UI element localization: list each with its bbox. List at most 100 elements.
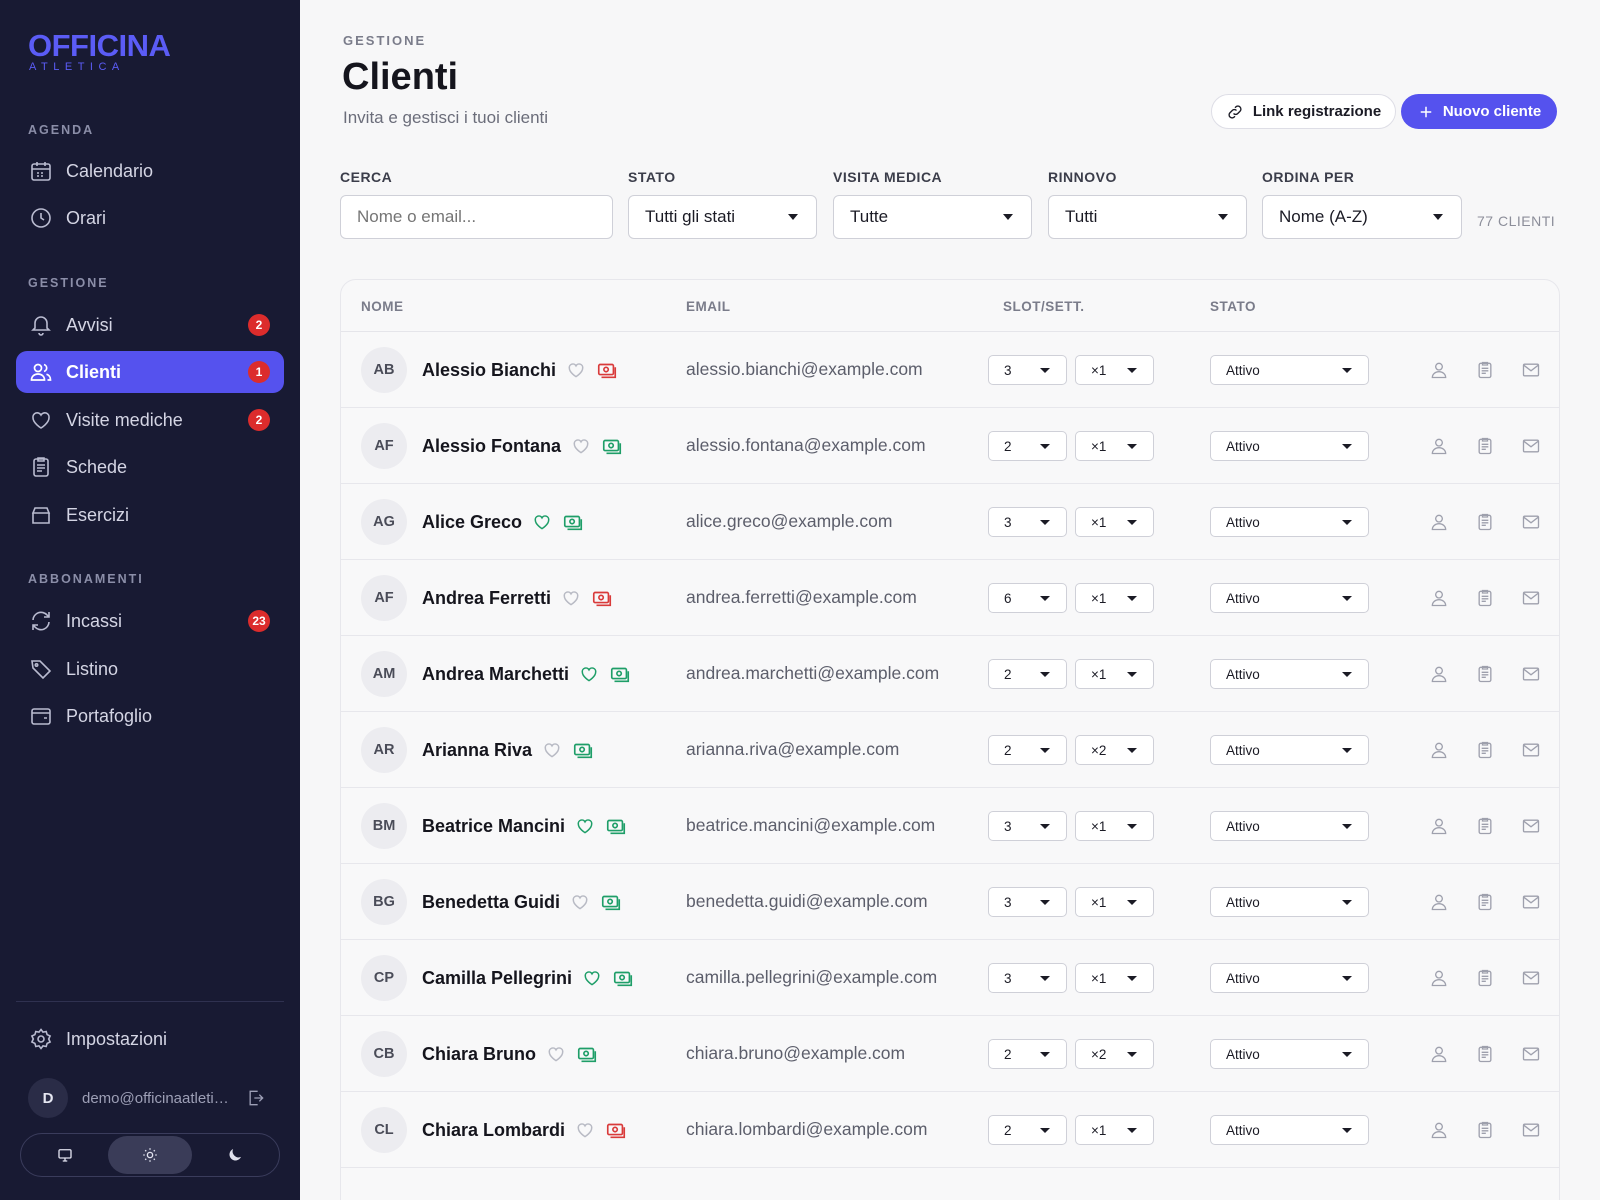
sidebar-item-incassi[interactable]: Incassi 23 [16, 600, 284, 642]
clipboard-icon[interactable] [1475, 816, 1495, 836]
payment-money-icon[interactable] [605, 815, 627, 837]
new-client-button[interactable]: Nuovo cliente [1401, 94, 1557, 129]
status-select[interactable]: Attivo [1210, 887, 1369, 917]
multiplier-select[interactable]: ×1 [1075, 811, 1154, 841]
multiplier-select[interactable]: ×1 [1075, 887, 1154, 917]
multiplier-select[interactable]: ×1 [1075, 431, 1154, 461]
client-name[interactable]: Benedetta Guidi [422, 892, 560, 913]
payment-money-icon[interactable] [572, 739, 594, 761]
clipboard-icon[interactable] [1475, 968, 1495, 988]
mail-icon[interactable] [1521, 968, 1541, 988]
user-profile-icon[interactable] [1429, 664, 1449, 684]
slots-select[interactable]: 3 [988, 811, 1067, 841]
multiplier-select[interactable]: ×2 [1075, 735, 1154, 765]
multiplier-select[interactable]: ×1 [1075, 507, 1154, 537]
clipboard-icon[interactable] [1475, 360, 1495, 380]
slots-select[interactable]: 3 [988, 507, 1067, 537]
sidebar-item-listino[interactable]: Listino [16, 648, 284, 690]
column-header-slots[interactable]: SLOT/SETT. [1003, 299, 1085, 314]
table-row[interactable]: BM Beatrice Mancini beatrice.mancini@examp… [341, 788, 1559, 864]
clipboard-icon[interactable] [1475, 1120, 1495, 1140]
table-row[interactable]: AM Andrea Marchetti andrea.marchetti@examp… [341, 636, 1559, 712]
search-input[interactable] [340, 195, 613, 239]
sidebar-item-avvisi[interactable]: Avvisi 2 [16, 304, 284, 346]
status-select[interactable]: Attivo [1210, 659, 1369, 689]
mail-icon[interactable] [1521, 664, 1541, 684]
multiplier-select[interactable]: ×1 [1075, 355, 1154, 385]
multiplier-select[interactable]: ×1 [1075, 1115, 1154, 1145]
sidebar-item-orari[interactable]: Orari [16, 197, 284, 239]
clipboard-icon[interactable] [1475, 892, 1495, 912]
medical-heart-icon[interactable] [566, 360, 586, 380]
table-row[interactable]: CB Chiara Bruno chiara.bruno@example.com 2 ×… [341, 1016, 1559, 1092]
table-row[interactable]: AF Andrea Ferretti andrea.ferretti@example… [341, 560, 1559, 636]
column-header-email[interactable]: EMAIL [686, 299, 731, 314]
sidebar-item-calendario[interactable]: Calendario [16, 150, 284, 192]
slots-select[interactable]: 3 [988, 963, 1067, 993]
slots-select[interactable]: 6 [988, 583, 1067, 613]
payment-money-icon[interactable] [596, 359, 618, 381]
mail-icon[interactable] [1521, 1120, 1541, 1140]
user-profile-icon[interactable] [1429, 968, 1449, 988]
column-header-status[interactable]: STATO [1210, 299, 1256, 314]
clipboard-icon[interactable] [1475, 436, 1495, 456]
user-profile-icon[interactable] [1429, 1120, 1449, 1140]
table-row[interactable]: CP Camilla Pellegrini camilla.pellegrini@e… [341, 940, 1559, 1016]
medical-filter-select[interactable]: Tutte [833, 195, 1032, 239]
clipboard-icon[interactable] [1475, 588, 1495, 608]
column-header-name[interactable]: NOME [361, 299, 404, 314]
clipboard-icon[interactable] [1475, 664, 1495, 684]
client-name[interactable]: Alice Greco [422, 512, 522, 533]
sidebar-item-clienti[interactable]: Clienti 1 [16, 351, 284, 393]
payment-money-icon[interactable] [605, 1119, 627, 1141]
multiplier-select[interactable]: ×2 [1075, 1039, 1154, 1069]
multiplier-select[interactable]: ×1 [1075, 583, 1154, 613]
theme-light-button[interactable] [107, 1136, 193, 1174]
status-select[interactable]: Attivo [1210, 355, 1369, 385]
slots-select[interactable]: 3 [988, 887, 1067, 917]
mail-icon[interactable] [1521, 360, 1541, 380]
payment-money-icon[interactable] [562, 511, 584, 533]
status-select[interactable]: Attivo [1210, 811, 1369, 841]
client-name[interactable]: Beatrice Mancini [422, 816, 565, 837]
client-name[interactable]: Andrea Ferretti [422, 588, 551, 609]
payment-money-icon[interactable] [609, 663, 631, 685]
multiplier-select[interactable]: ×1 [1075, 659, 1154, 689]
status-select[interactable]: Attivo [1210, 1115, 1369, 1145]
client-name[interactable]: Arianna Riva [422, 740, 532, 761]
medical-heart-icon[interactable] [571, 436, 591, 456]
mail-icon[interactable] [1521, 740, 1541, 760]
status-select[interactable]: Attivo [1210, 431, 1369, 461]
slots-select[interactable]: 2 [988, 735, 1067, 765]
mail-icon[interactable] [1521, 512, 1541, 532]
user-profile-icon[interactable] [1429, 892, 1449, 912]
client-name[interactable]: Andrea Marchetti [422, 664, 569, 685]
status-select[interactable]: Attivo [1210, 1039, 1369, 1069]
logo[interactable]: OFFICINA ATLETICA [28, 28, 171, 73]
payment-money-icon[interactable] [601, 435, 623, 457]
payment-money-icon[interactable] [612, 967, 634, 989]
user-profile-icon[interactable] [1429, 740, 1449, 760]
sidebar-item-visite-mediche[interactable]: Visite mediche 2 [16, 399, 284, 441]
client-name[interactable]: Chiara Bruno [422, 1044, 536, 1065]
status-select[interactable]: Attivo [1210, 507, 1369, 537]
user-profile-icon[interactable] [1429, 588, 1449, 608]
medical-heart-icon[interactable] [575, 816, 595, 836]
medical-heart-icon[interactable] [561, 588, 581, 608]
payment-money-icon[interactable] [591, 587, 613, 609]
table-row[interactable]: CL Chiara Lombardi chiara.lombardi@example… [341, 1092, 1559, 1168]
user-profile-icon[interactable] [1429, 512, 1449, 532]
payment-money-icon[interactable] [600, 891, 622, 913]
clipboard-icon[interactable] [1475, 1044, 1495, 1064]
table-row[interactable]: AG Alice Greco alice.greco@example.com 3 ×1 A… [341, 484, 1559, 560]
medical-heart-icon[interactable] [582, 968, 602, 988]
client-name[interactable]: Alessio Fontana [422, 436, 561, 457]
payment-money-icon[interactable] [576, 1043, 598, 1065]
theme-system-button[interactable] [23, 1136, 108, 1174]
logout-icon[interactable] [246, 1088, 266, 1108]
clipboard-icon[interactable] [1475, 512, 1495, 532]
status-select[interactable]: Attivo [1210, 963, 1369, 993]
medical-heart-icon[interactable] [546, 1044, 566, 1064]
user-profile-icon[interactable] [1429, 436, 1449, 456]
mail-icon[interactable] [1521, 436, 1541, 456]
